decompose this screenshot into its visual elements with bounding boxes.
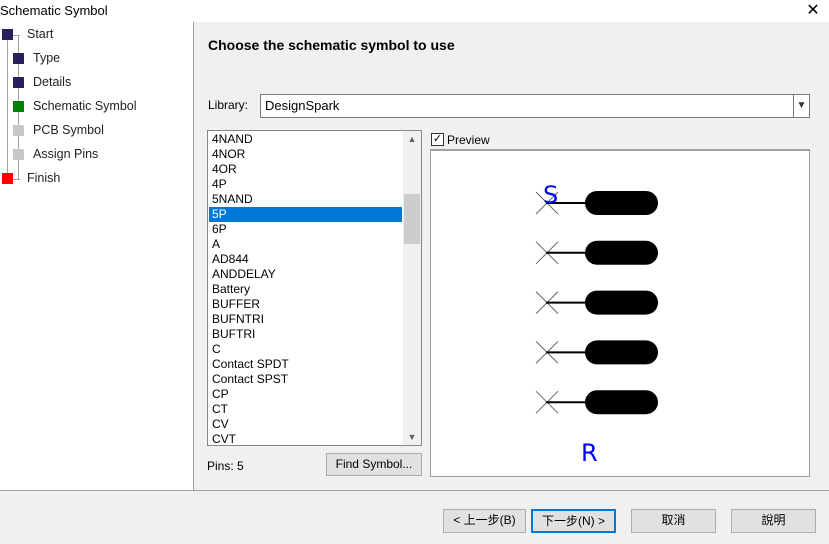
step-marker-icon [13,77,24,88]
list-item[interactable]: C [209,342,402,357]
step-3: Schematic Symbol [33,99,137,113]
preview-label: Preview [447,133,490,147]
pin-pad [585,240,658,265]
cancel-button[interactable]: 取消 [631,509,716,533]
list-item[interactable]: 4P [209,177,402,192]
step-marker-icon [13,53,24,64]
symbol-preview: SR [430,149,810,477]
library-value: DesignSpark [265,98,340,113]
pin-pad [585,390,658,415]
list-item[interactable]: CV [209,417,402,432]
list-item[interactable]: BUFTRI [209,327,402,342]
symbol-list[interactable]: ▲ ▼ 4NAND 4NOR 4OR 4P 5NAND 5P 6P A AD844 ANDDELA… [207,130,422,446]
list-item[interactable]: AD844 [209,252,402,267]
list-item[interactable]: 6P [209,222,402,237]
list-item[interactable]: CT [209,402,402,417]
title-bar: Schematic Symbol ✕ [0,0,829,22]
scrollbar[interactable]: ▲ ▼ [403,131,421,445]
preview-canvas: SR [535,181,658,467]
pin-pad [585,191,658,215]
back-button[interactable]: < 上一步(B) [443,509,526,533]
list-item[interactable]: ANDDELAY [209,267,402,282]
list-item[interactable]: Contact SPST [209,372,402,387]
list-item[interactable]: Battery [209,282,402,297]
page-title: Choose the schematic symbol to use [208,37,455,53]
scroll-up-icon[interactable]: ▲ [403,131,421,147]
step-6: Finish [27,171,61,185]
close-icon[interactable]: ✕ [803,0,823,20]
list-item[interactable]: BUFNTRI [209,312,402,327]
symbol-bottom-label: R [581,439,598,467]
step-marker-icon [13,101,24,112]
scrollbar-thumb[interactable] [404,194,420,244]
chevron-down-icon[interactable]: ▼ [793,95,809,117]
step-marker-icon [13,125,24,136]
library-label: Library: [208,98,249,112]
step-0: Start [27,27,54,41]
list-item[interactable]: 5P [209,207,402,222]
step-marker-icon [2,29,13,40]
help-button[interactable]: 說明 [731,509,816,533]
step-marker-icon [13,149,24,160]
list-item[interactable]: CVT [209,432,402,445]
pins-count: Pins: 5 [207,459,244,473]
list-item[interactable]: 5NAND [209,192,402,207]
step-1: Type [33,51,61,65]
list-item[interactable]: BUFFER [209,297,402,312]
preview-checkbox[interactable]: ✓ [431,133,444,146]
step-5: Assign Pins [33,147,99,161]
library-select[interactable]: DesignSpark ▼ [260,94,810,118]
list-item[interactable]: 4NOR [209,147,402,162]
pin-pad [585,340,658,365]
list-item[interactable]: A [209,237,402,252]
list-item[interactable]: Contact SPDT [209,357,402,372]
symbol-top-label: S [543,181,558,209]
next-button[interactable]: 下一步(N) > [531,509,616,533]
step-2: Details [33,75,72,89]
divider [0,490,829,491]
find-symbol-button[interactable]: Find Symbol... [326,453,422,476]
pin-pad [585,290,658,315]
scroll-down-icon[interactable]: ▼ [403,429,421,445]
list-item[interactable]: CP [209,387,402,402]
list-item[interactable]: 4OR [209,162,402,177]
window-title: Schematic Symbol [0,3,108,18]
step-4: PCB Symbol [33,123,104,137]
list-item[interactable]: 4NAND [209,132,402,147]
wizard-steps: Start Type Details Schematic Symbol PCB Symb… [0,22,194,490]
step-marker-icon [2,173,13,184]
